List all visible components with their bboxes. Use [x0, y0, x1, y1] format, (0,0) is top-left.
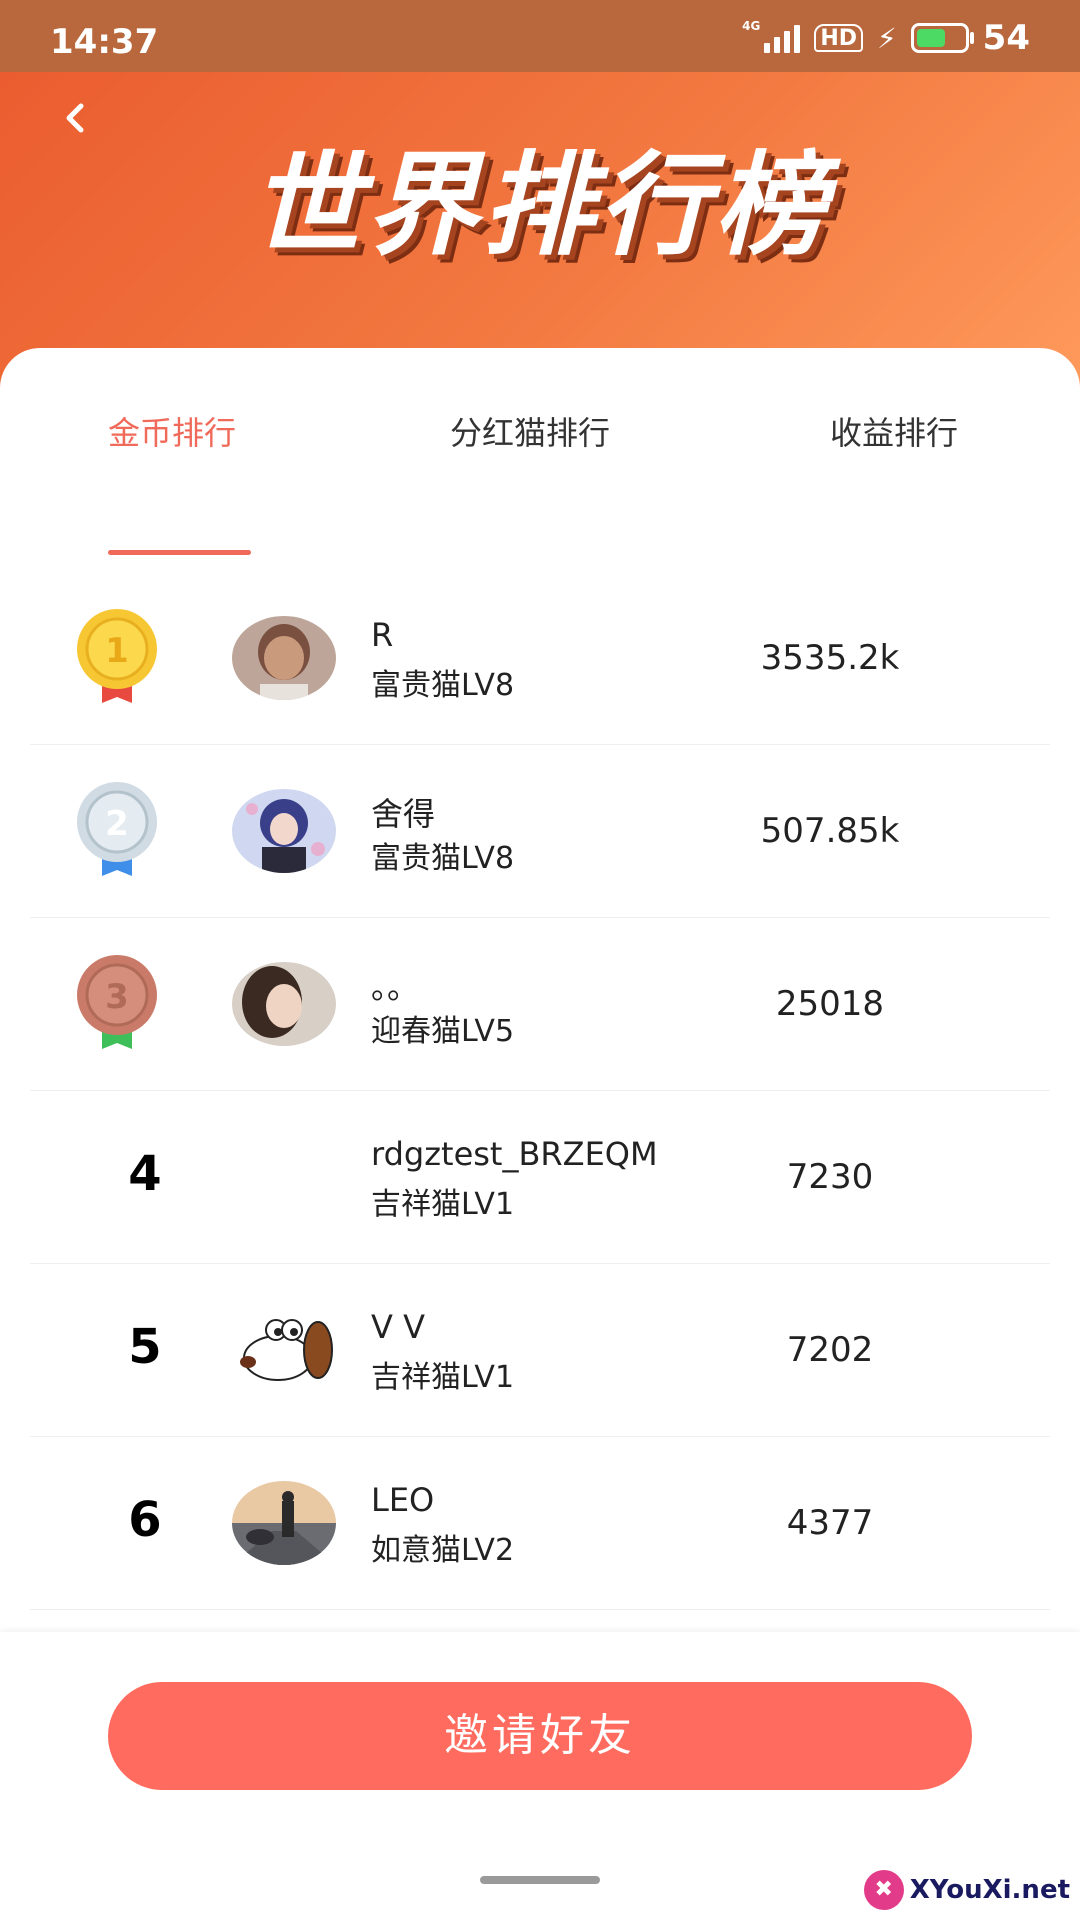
battery-icon: [910, 23, 974, 53]
avatar: [232, 1308, 336, 1392]
user-level: 富贵猫LV8: [371, 841, 515, 876]
invite-friends-button[interactable]: 邀请好友: [108, 1682, 972, 1790]
charging-icon: ⚡: [877, 21, 897, 55]
avatar: [232, 616, 336, 700]
signal-icon: [764, 23, 801, 53]
user-level: 如意猫LV2: [371, 1533, 515, 1568]
user-name: LEO: [371, 1481, 435, 1519]
avatar: [232, 789, 336, 873]
list-item[interactable]: 3 。。 迎春猫LV5 25018: [30, 918, 1050, 1091]
rank-number: 5: [128, 1319, 162, 1375]
status-time: 14:37: [50, 22, 159, 62]
battery-percent: 54: [982, 18, 1030, 58]
silver-medal-icon: 2: [77, 782, 157, 876]
tab-bar: 金币排行 分红猫排行 收益排行: [0, 408, 1080, 555]
user-score: 507.85k: [760, 811, 900, 851]
svg-text:2: 2: [105, 804, 129, 844]
user-level: 迎春猫LV5: [371, 1014, 515, 1049]
user-score: 3535.2k: [760, 638, 900, 678]
svg-text:1: 1: [105, 631, 129, 671]
avatar: [232, 1481, 336, 1565]
user-name: 舍得: [371, 795, 436, 833]
tab-indicator: [108, 550, 251, 555]
user-name: V V: [371, 1308, 425, 1346]
page-title: 世界排行榜: [250, 141, 830, 271]
gold-medal-icon: 1: [77, 609, 157, 703]
user-score: 25018: [775, 984, 885, 1024]
user-score: 7230: [786, 1157, 874, 1197]
tab-coin-ranking[interactable]: 金币排行: [108, 408, 236, 454]
status-bar: 14:37 4G HD ⚡ 54: [0, 0, 1080, 72]
tab-earnings-ranking[interactable]: 收益排行: [830, 408, 958, 454]
user-level: 吉祥猫LV1: [371, 1360, 515, 1395]
bronze-medal-icon: 3: [77, 955, 157, 1049]
user-score: 7202: [786, 1330, 874, 1370]
user-name: rdgztest_BRZEQM: [371, 1135, 658, 1173]
user-name: R: [371, 616, 394, 654]
network-type: 4G: [742, 19, 761, 33]
user-name: 。。: [371, 968, 420, 1006]
status-icons: 4G HD ⚡ 54: [742, 18, 1030, 58]
home-indicator[interactable]: [480, 1876, 600, 1884]
svg-text:3: 3: [105, 977, 129, 1017]
rank-list: 1 R 富贵猫LV8 3535.2k 2 舍得 富贵猫LV8 507.85k 3…: [30, 572, 1050, 1610]
list-item[interactable]: 5 V V 吉祥猫LV1 7202: [30, 1264, 1050, 1437]
hd-icon: HD: [814, 24, 863, 52]
avatar: [232, 962, 336, 1046]
watermark-text: XYouXi.net: [909, 1875, 1070, 1905]
list-item[interactable]: 1 R 富贵猫LV8 3535.2k: [30, 572, 1050, 745]
list-item[interactable]: 6 LEO 如意猫LV2 4377: [30, 1437, 1050, 1610]
list-item[interactable]: 2 舍得 富贵猫LV8 507.85k: [30, 745, 1050, 918]
bottom-bar: 邀请好友 ✖ XYouXi.net: [0, 1632, 1080, 1920]
tab-dividend-cat-ranking[interactable]: 分红猫排行: [450, 408, 610, 454]
user-score: 4377: [786, 1503, 874, 1543]
watermark: ✖ XYouXi.net: [863, 1870, 1070, 1910]
ranking-card: 金币排行 分红猫排行 收益排行 1 R 富贵猫LV8 3535.2k 2 舍得 …: [0, 348, 1080, 1638]
gamepad-icon: ✖: [863, 1870, 904, 1910]
user-level: 吉祥猫LV1: [371, 1187, 515, 1222]
rank-number: 6: [128, 1492, 162, 1548]
user-level: 富贵猫LV8: [371, 668, 515, 703]
list-item[interactable]: 4 rdgztest_BRZEQM 吉祥猫LV1 7230: [30, 1091, 1050, 1264]
rank-number: 4: [128, 1146, 162, 1202]
